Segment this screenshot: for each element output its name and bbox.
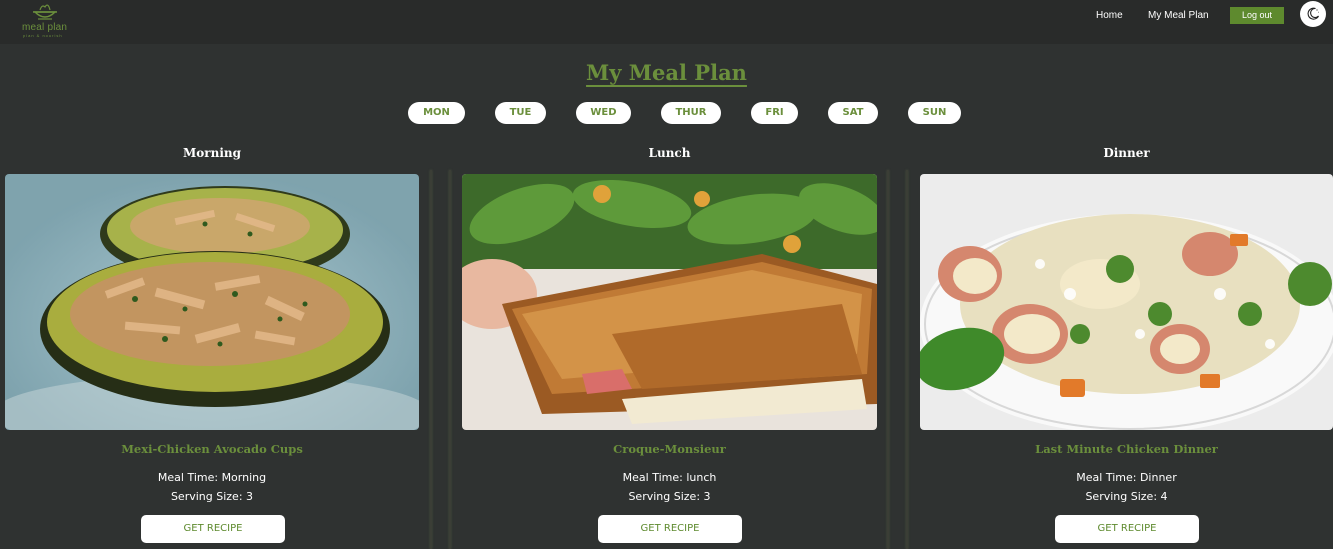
meal-column-heading-lunch: Lunch	[648, 146, 691, 160]
logo-text: meal plan	[22, 22, 68, 33]
moon-icon	[1307, 7, 1319, 20]
logo[interactable]: meal plan plan & nourish	[20, 0, 72, 42]
nav-home-link[interactable]: Home	[1096, 10, 1123, 21]
column-divider	[887, 170, 889, 549]
day-tab-sat[interactable]: SAT	[828, 102, 878, 124]
get-recipe-button-dinner[interactable]: GET RECIPE	[1055, 515, 1199, 543]
serving-size-morning: Serving Size: 3	[170, 490, 254, 503]
navbar: meal plan plan & nourish Home My Meal Pl…	[0, 0, 1333, 44]
meal-time-dinner: Meal Time: Dinner	[1076, 471, 1177, 484]
serving-size-lunch: Serving Size: 3	[628, 490, 711, 503]
meal-image-lunch[interactable]	[462, 174, 877, 430]
logout-button[interactable]: Log out	[1230, 7, 1284, 24]
meal-image-dinner[interactable]	[920, 174, 1333, 430]
day-tab-sun[interactable]: SUN	[908, 102, 961, 124]
get-recipe-button-morning[interactable]: GET RECIPE	[141, 515, 285, 543]
day-tab-wed[interactable]: WED	[576, 102, 631, 124]
column-divider	[906, 170, 908, 549]
serving-size-dinner: Serving Size: 4	[1085, 490, 1168, 503]
meal-image-morning[interactable]	[5, 174, 419, 430]
meal-column-heading-dinner: Dinner	[1103, 146, 1150, 160]
column-divider	[430, 170, 432, 549]
column-divider	[449, 170, 451, 549]
meal-name-dinner: Last Minute Chicken Dinner	[1035, 442, 1218, 456]
nav-my-meal-plan-link[interactable]: My Meal Plan	[1148, 10, 1209, 21]
page-title: My Meal Plan	[0, 60, 1333, 85]
meal-column-heading-morning: Morning	[182, 146, 241, 160]
day-tab-thur[interactable]: THUR	[661, 102, 721, 124]
day-tab-fri[interactable]: FRI	[751, 102, 798, 124]
get-recipe-button-lunch[interactable]: GET RECIPE	[598, 515, 742, 543]
logo-tagline: plan & nourish	[23, 33, 63, 38]
meal-name-lunch: Croque-Monsieur	[613, 442, 726, 456]
bowl-icon	[33, 4, 57, 20]
theme-toggle-button[interactable]	[1300, 1, 1326, 27]
meal-name-morning: Mexi-Chicken Avocado Cups	[121, 442, 303, 456]
meal-time-morning: Meal Time: Morning	[157, 471, 267, 484]
day-tab-mon[interactable]: MON	[408, 102, 465, 124]
meal-time-lunch: Meal Time: lunch	[622, 471, 717, 484]
day-tab-tue[interactable]: TUE	[495, 102, 546, 124]
page-title-text: My Meal Plan	[586, 60, 747, 85]
